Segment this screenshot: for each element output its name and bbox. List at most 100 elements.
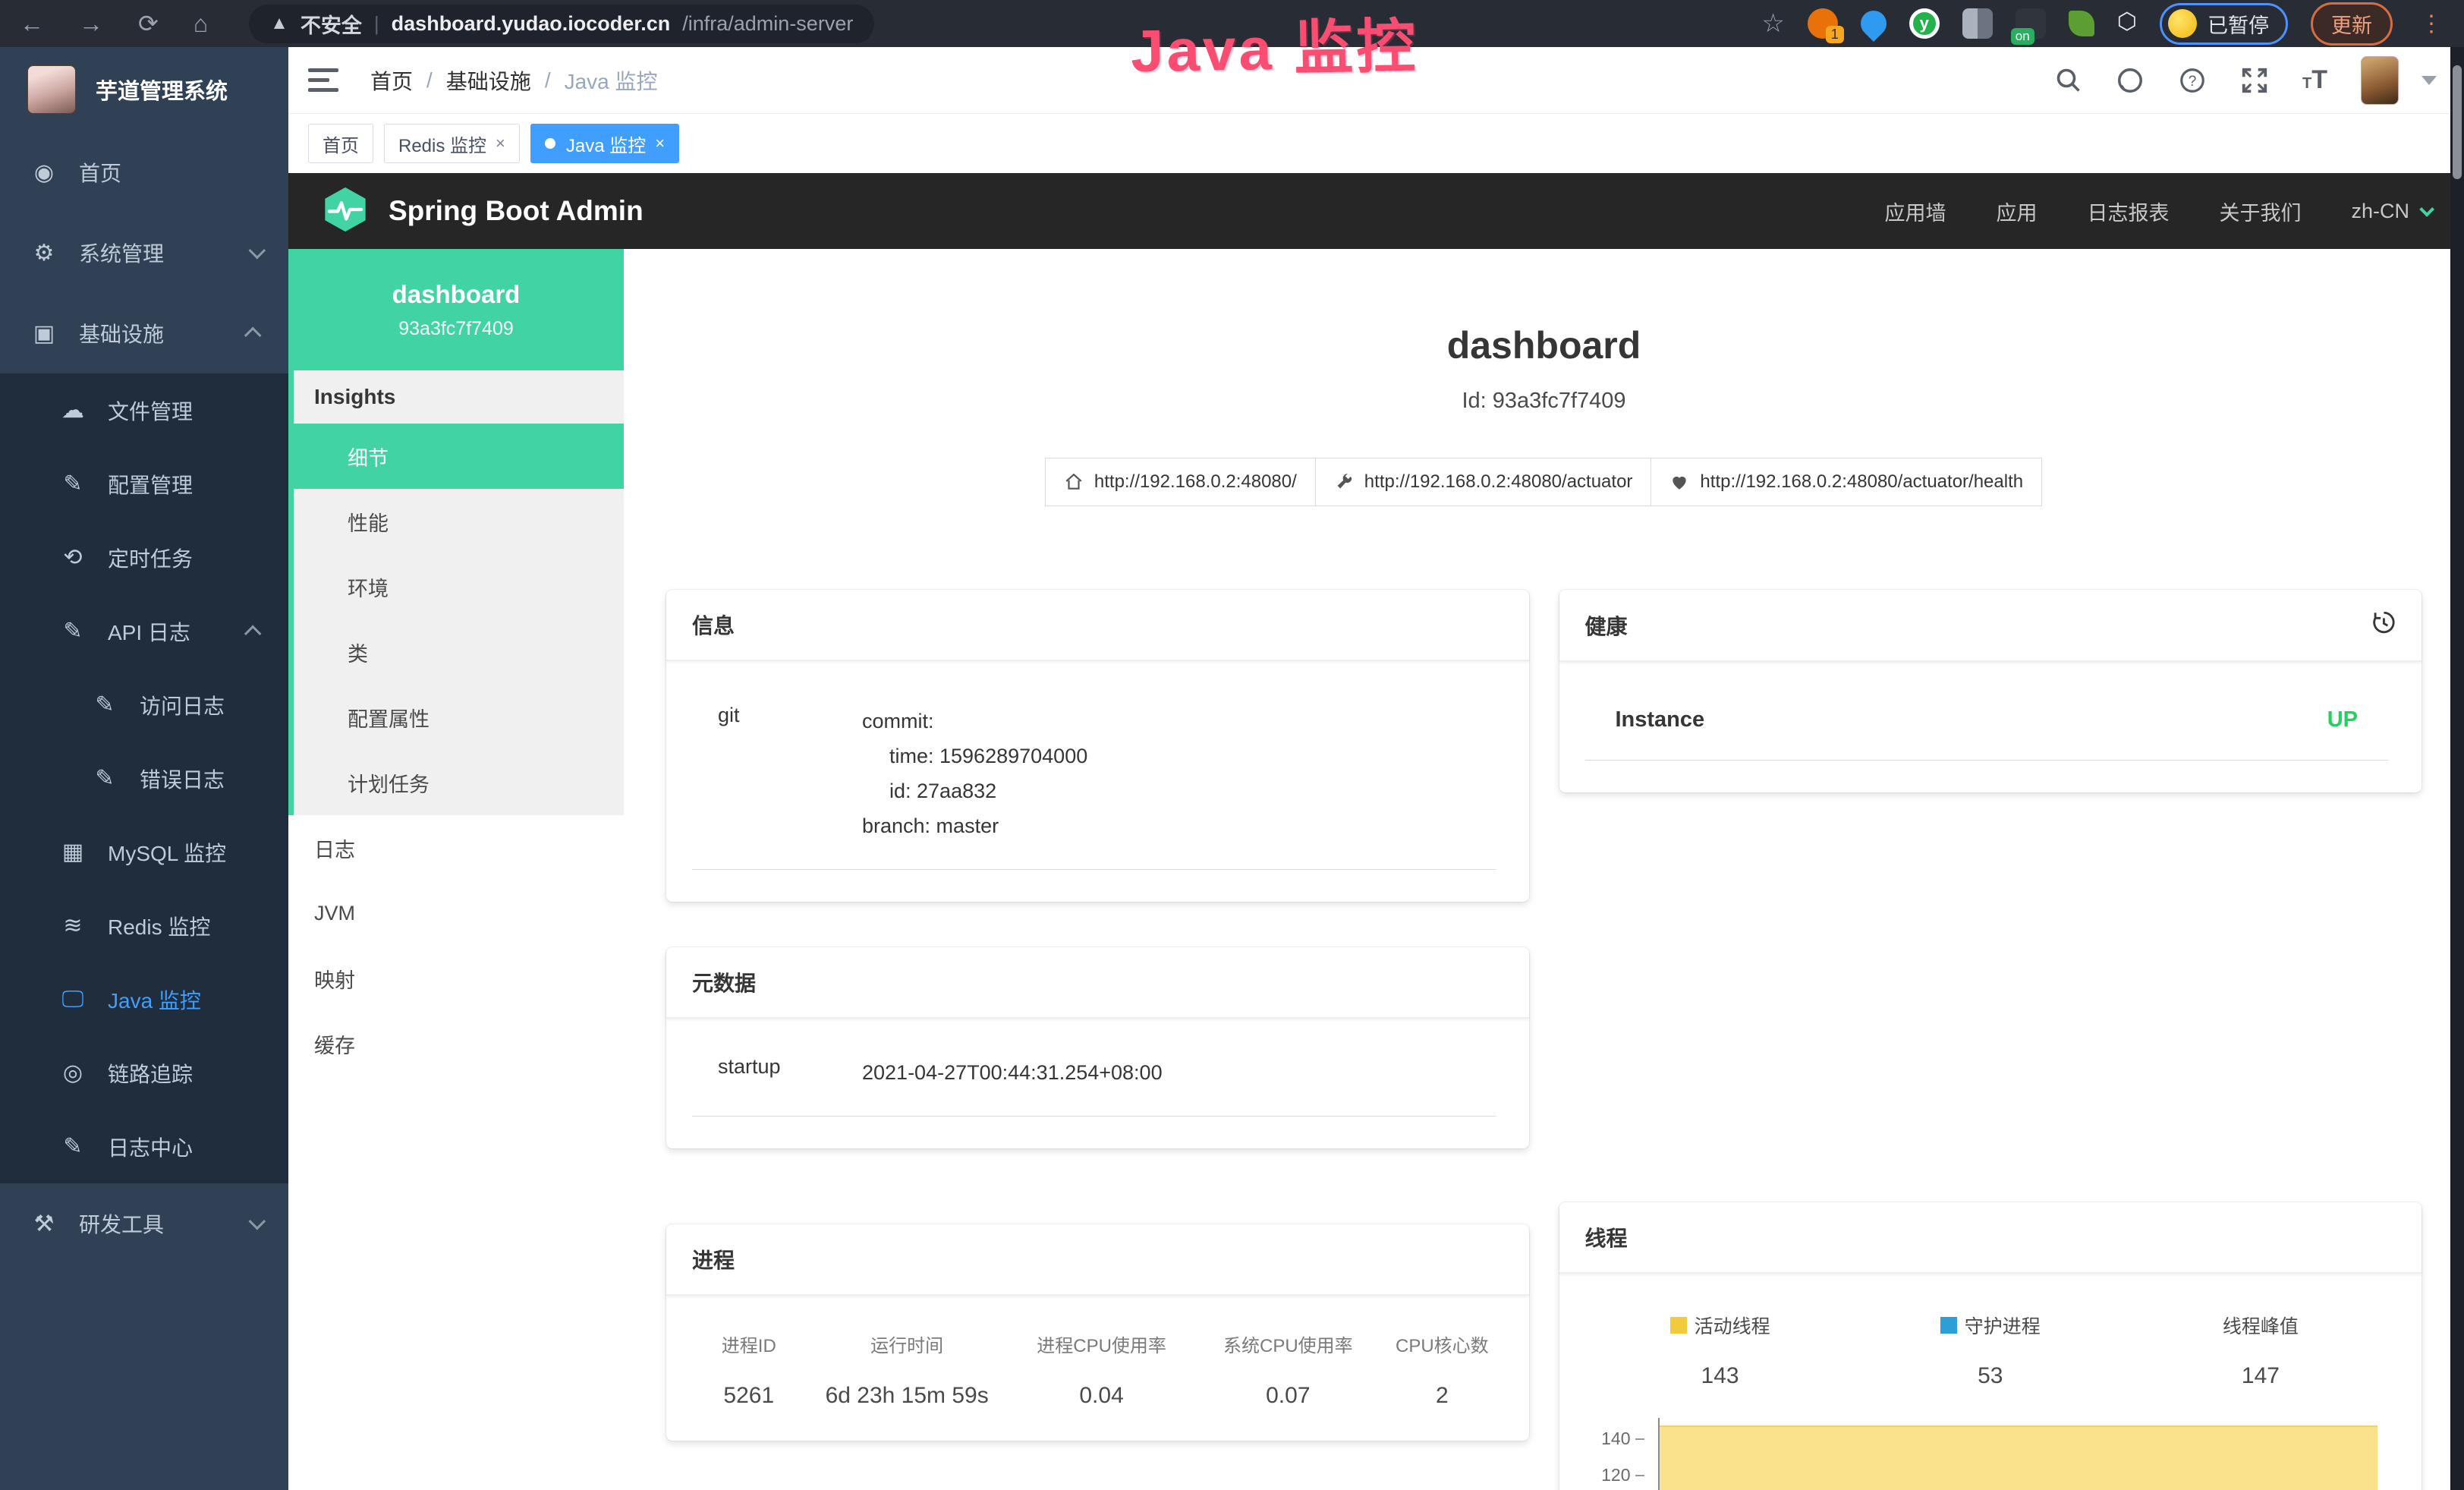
browser-update-button[interactable]: 更新 xyxy=(2311,2,2393,46)
threads-values: 143 53 147 xyxy=(1585,1363,2396,1389)
sba-menu-environment[interactable]: 环境 xyxy=(288,554,624,619)
legend-peak-threads: 线程峰值 xyxy=(2126,1312,2396,1339)
sba-menu-caches[interactable]: 缓存 xyxy=(288,1011,624,1076)
user-menu-caret-icon[interactable] xyxy=(2422,76,2437,85)
help-icon[interactable]: ? xyxy=(2178,66,2207,95)
breadcrumb-home[interactable]: 首页 xyxy=(370,65,413,96)
close-icon[interactable]: × xyxy=(496,134,505,153)
extension-pin-icon[interactable] xyxy=(1855,5,1892,42)
instance-home-link[interactable]: http://192.168.0.2:48080/ xyxy=(1045,458,1316,506)
sidebar-item-trace[interactable]: ◎ 链路追踪 xyxy=(0,1036,288,1110)
sidebar-item-label: 首页 xyxy=(79,157,121,187)
tab-java[interactable]: Java 监控 × xyxy=(530,124,679,163)
sidebar-item-access-log[interactable]: ✎ 访问日志 xyxy=(0,668,288,742)
sba-language-select[interactable]: zh-CN xyxy=(2351,200,2431,223)
sba-nav-applications[interactable]: 应用 xyxy=(1996,197,2037,226)
sidebar-item-job[interactable]: ⟲ 定时任务 xyxy=(0,521,288,594)
process-header-proc-cpu: 进程CPU使用率 xyxy=(1009,1331,1195,1357)
monitor-icon: ▣ xyxy=(30,320,58,347)
sidebar-item-system[interactable]: ⚙ 系统管理 xyxy=(0,213,288,293)
git-commit-line: commit: xyxy=(862,704,1496,739)
health-instance-label: Instance xyxy=(1616,707,1705,732)
github-icon[interactable] xyxy=(2116,66,2145,95)
heart-icon xyxy=(1669,472,1689,492)
threads-legend: 活动线程 守护进程 线程峰值 xyxy=(1585,1312,2396,1339)
hamburger-icon[interactable] xyxy=(308,68,338,93)
instance-actuator-link[interactable]: http://192.168.0.2:48080/actuator xyxy=(1315,458,1652,506)
extension-count-badge: 1 xyxy=(1826,26,1844,43)
metadata-card: 元数据 startup 2021-04-27T00:44:31.254+08:0… xyxy=(666,947,1529,1148)
sba-instance-header[interactable]: dashboard 93a3fc7f7409 xyxy=(288,249,624,370)
health-history-icon[interactable] xyxy=(2370,610,2396,641)
profile-paused-label: 已暂停 xyxy=(2208,9,2269,39)
sba-header: Spring Boot Admin 应用墙 应用 日志报表 关于我们 zh-CN xyxy=(288,173,2464,249)
app-title: 芋道管理系统 xyxy=(96,74,228,106)
svg-text:?: ? xyxy=(2189,74,2197,90)
address-bar[interactable]: ▲ 不安全 | dashboard.yudao.iocoder.cn/infra… xyxy=(249,5,874,43)
sidebar-item-log-center[interactable]: ✎ 日志中心 xyxy=(0,1110,288,1183)
chevron-up-icon xyxy=(244,625,262,642)
home-icon[interactable]: ⌂ xyxy=(194,0,208,47)
search-icon[interactable] xyxy=(2055,67,2082,94)
instance-health-link[interactable]: http://192.168.0.2:48080/actuator/health xyxy=(1651,458,2042,506)
extension-y-icon[interactable]: y xyxy=(1909,8,1940,39)
sba-menu-configprops[interactable]: 配置属性 xyxy=(288,685,624,750)
page-scrollbar-thumb[interactable] xyxy=(2453,65,2462,179)
breadcrumb-infra[interactable]: 基础设施 xyxy=(446,65,531,96)
security-warning-label: 不安全 xyxy=(301,9,362,39)
link-label: http://192.168.0.2:48080/actuator xyxy=(1364,471,1633,493)
back-icon[interactable]: ← xyxy=(20,0,44,47)
fullscreen-icon[interactable] xyxy=(2240,66,2269,95)
sba-menu-jvm[interactable]: JVM xyxy=(288,880,624,946)
info-key: git xyxy=(718,704,862,843)
sba-nav-journal[interactable]: 日志报表 xyxy=(2087,197,2169,226)
peak-threads-value: 147 xyxy=(2126,1363,2396,1389)
sba-nav-about[interactable]: 关于我们 xyxy=(2219,197,2301,226)
sidebar-item-java[interactable]: 🖵 Java 监控 xyxy=(0,962,288,1036)
forward-icon[interactable]: → xyxy=(79,0,103,47)
close-icon[interactable]: × xyxy=(655,134,665,153)
page-scrollbar[interactable] xyxy=(2450,47,2464,1490)
sidebar-item-config[interactable]: ✎ 配置管理 xyxy=(0,447,288,521)
sidebar-item-api-log[interactable]: ✎ API 日志 xyxy=(0,594,288,668)
sba-menu-scheduled[interactable]: 计划任务 xyxy=(288,750,624,815)
sba-menu-details[interactable]: 细节 xyxy=(288,424,624,489)
sidebar-item-file[interactable]: ☁ 文件管理 xyxy=(0,373,288,447)
browser-menu-icon[interactable]: ⋮ xyxy=(2420,11,2444,37)
sidebar-item-infra[interactable]: ▣ 基础设施 xyxy=(0,293,288,373)
sidebar-item-error-log[interactable]: ✎ 错误日志 xyxy=(0,742,288,815)
sba-menu-mappings[interactable]: 映射 xyxy=(288,946,624,1011)
font-size-icon[interactable]: TT xyxy=(2302,65,2327,95)
sidebar-item-redis[interactable]: ≋ Redis 监控 xyxy=(0,889,288,962)
user-avatar[interactable] xyxy=(2361,56,2399,105)
sidebar-item-dev-tools[interactable]: ⚒ 研发工具 xyxy=(0,1183,288,1264)
extension-proxy-icon[interactable]: on xyxy=(2016,8,2046,39)
extensions-puzzle-icon[interactable]: ⬡ xyxy=(2117,8,2137,39)
sba-nav-wallboard[interactable]: 应用墙 xyxy=(1884,197,1946,226)
tab-redis[interactable]: Redis 监控 × xyxy=(384,124,520,163)
tab-home[interactable]: 首页 xyxy=(308,124,373,163)
daemon-threads-value: 53 xyxy=(1855,1363,2126,1389)
y-tick-140: 140 xyxy=(1585,1429,1644,1449)
extension-leaf-icon[interactable] xyxy=(2069,11,2094,36)
legend-live-threads: 活动线程 xyxy=(1585,1312,1855,1339)
extension-orange-icon[interactable]: 1 xyxy=(1808,8,1838,39)
spring-boot-admin-logo xyxy=(322,186,369,237)
chevron-up-icon xyxy=(244,327,262,345)
layers-icon: ≋ xyxy=(59,912,87,939)
legend-label: 线程峰值 xyxy=(2223,1312,2299,1339)
bookmark-star-icon[interactable]: ☆ xyxy=(1761,8,1784,39)
profile-emoji-avatar xyxy=(2168,9,2197,38)
profile-paused-pill[interactable]: 已暂停 xyxy=(2160,3,2288,45)
extension-grid-icon[interactable] xyxy=(1962,8,1993,39)
legend-label: 活动线程 xyxy=(1695,1312,1770,1339)
sidebar-item-mysql[interactable]: ▦ MySQL 监控 xyxy=(0,815,288,889)
sba-instance-id: 93a3fc7f7409 xyxy=(398,318,514,340)
sba-menu-logs[interactable]: 日志 xyxy=(288,815,624,880)
reload-icon[interactable]: ⟳ xyxy=(138,0,159,47)
sba-menu-metrics[interactable]: 性能 xyxy=(288,489,624,554)
sidebar-submenu-infra: ☁ 文件管理 ✎ 配置管理 ⟲ 定时任务 ✎ API 日志 ✎ 访问日志 ✎ xyxy=(0,373,288,1183)
sidebar-item-home[interactable]: ◉ 首页 xyxy=(0,132,288,213)
app-logo-row[interactable]: 芋道管理系统 xyxy=(0,47,288,132)
sba-menu-classes[interactable]: 类 xyxy=(288,619,624,685)
